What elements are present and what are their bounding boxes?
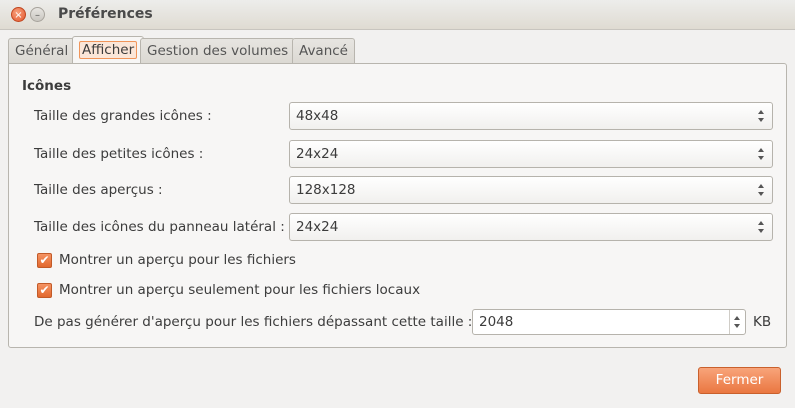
large-icon-size-label: Taille des grandes icônes : xyxy=(34,108,212,124)
spin-down-icon[interactable] xyxy=(734,324,740,328)
tab-panel-afficher: Icônes Taille des grandes icônes : 48x48… xyxy=(8,63,787,348)
title-bar: × – Préférences xyxy=(0,0,795,30)
tab-label: Avancé xyxy=(299,43,348,59)
tab-label: Gestion des volumes xyxy=(147,43,289,59)
updown-arrows-icon xyxy=(758,220,766,234)
large-icon-size-select[interactable]: 48x48 xyxy=(289,102,773,130)
small-icon-size-value: 24x24 xyxy=(296,146,339,162)
tab-general[interactable]: Général xyxy=(8,38,76,65)
thumbnail-size-label: Taille des aperçus : xyxy=(34,182,163,198)
spin-up-icon[interactable] xyxy=(734,316,740,320)
sidebar-icon-size-label: Taille des icônes du panneau latéral : xyxy=(34,219,285,235)
updown-arrows-icon xyxy=(758,183,766,197)
tab-gestion-des-volumes[interactable]: Gestion des volumes xyxy=(140,38,296,65)
large-icon-size-value: 48x48 xyxy=(296,108,339,124)
size-unit-label: KB xyxy=(753,314,772,330)
section-title-icones: Icônes xyxy=(22,78,72,94)
window-title: Préférences xyxy=(58,6,153,22)
tab-label: Afficher xyxy=(79,41,138,59)
sidebar-icon-size-select[interactable]: 24x24 xyxy=(289,213,773,241)
tab-avance[interactable]: Avancé xyxy=(292,38,355,65)
thumbnail-size-select[interactable]: 128x128 xyxy=(289,176,773,204)
small-icon-size-label: Taille des petites icônes : xyxy=(34,146,204,162)
preview-size-limit-label: De pas générer d'aperçu pour les fichier… xyxy=(34,314,473,330)
close-button[interactable]: Fermer xyxy=(698,367,781,394)
sidebar-icon-size-value: 24x24 xyxy=(296,219,339,235)
show-preview-label[interactable]: Montrer un aperçu pour les fichiers xyxy=(59,252,296,268)
spin-buttons xyxy=(729,310,745,334)
updown-arrows-icon xyxy=(758,147,766,161)
tab-label: Général xyxy=(15,43,69,59)
preferences-window: × – Préférences Général Afficher Gestion… xyxy=(0,0,795,408)
minimize-icon[interactable]: – xyxy=(30,7,45,22)
small-icon-size-select[interactable]: 24x24 xyxy=(289,140,773,168)
updown-arrows-icon xyxy=(758,109,766,123)
tab-afficher[interactable]: Afficher xyxy=(72,36,145,65)
thumbnail-size-value: 128x128 xyxy=(296,182,356,198)
show-preview-checkbox[interactable]: ✔ xyxy=(37,253,52,268)
preview-size-limit-value[interactable]: 2048 xyxy=(479,314,513,330)
local-preview-checkbox[interactable]: ✔ xyxy=(37,283,52,298)
close-icon[interactable]: × xyxy=(11,7,26,22)
preview-size-limit-input[interactable]: 2048 xyxy=(472,309,746,335)
local-preview-label[interactable]: Montrer un aperçu seulement pour les fic… xyxy=(59,282,420,298)
